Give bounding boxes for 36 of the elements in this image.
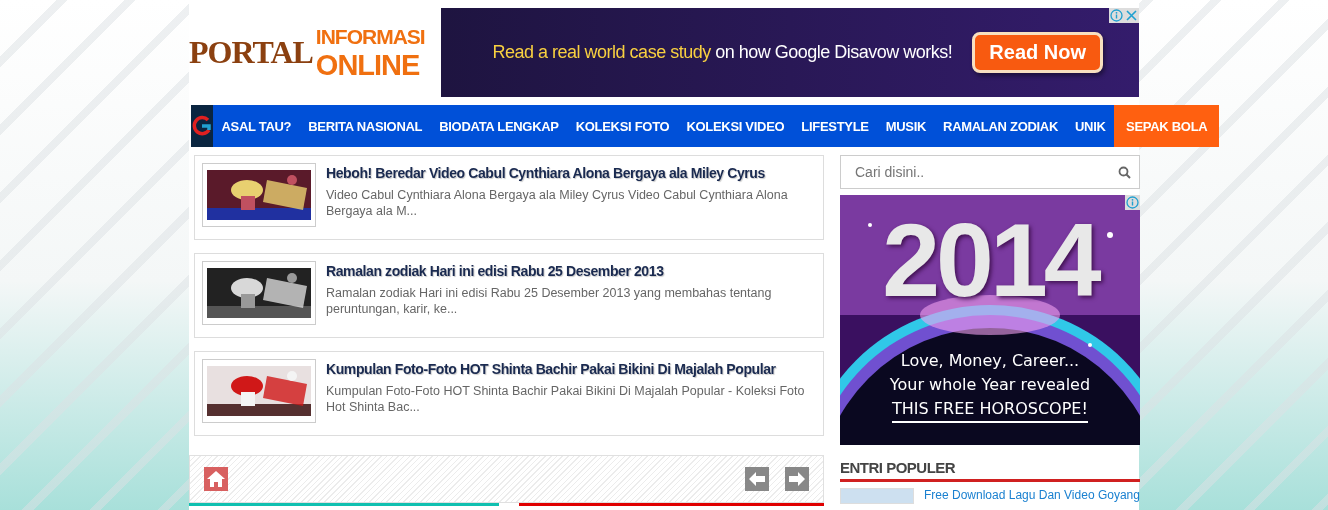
nav-item[interactable]: LIFESTYLE [792,105,878,147]
post-title[interactable]: Kumpulan Foto-Foto HOT Shinta Bachir Pakai Bikini Di Majalah Popular [326,361,816,377]
ad-year: 2014 [882,205,1098,315]
info-icon[interactable] [1109,8,1124,23]
nav-item[interactable]: MUSIK [877,105,935,147]
ad-text: Love, Money, Career... [900,350,1080,372]
post-title[interactable]: Ramalan zodiak Hari ini edisi Rabu 25 Desember 2013 [326,263,816,279]
post-excerpt: Video Cabul Cynthiara Alona Bergaya ala Miley Cyrus Video Cabul Cynthiara Alona Bergaya ala M... [326,187,789,219]
nav-item[interactable]: ASAL TAU? [213,105,300,147]
nav-item[interactable]: KOLEKSI FOTO [567,105,678,147]
logo-text: PORTAL [189,34,313,71]
g-logo-icon[interactable] [191,115,213,137]
home-icon[interactable] [204,467,228,491]
nav-item[interactable]: UNIK [1066,105,1115,147]
ad-headline: Read a real world case study on how Google Disavow works! [492,42,953,63]
popular-post-link[interactable]: Free Download Lagu Dan Video Goyang [924,488,1140,502]
close-icon[interactable] [1124,8,1139,23]
post-excerpt: Kumpulan Foto-Foto HOT Shinta Bachir Pakai Bikini Di Majalah Popular - Koleksi Foto Hot Shinta Bac... [326,383,806,415]
nav-item[interactable]: BIODATA LENGKAP [430,105,568,147]
logo-text: ONLINE [315,48,420,81]
arrow-left-icon[interactable] [745,467,769,491]
post-excerpt: Ramalan zodiak Hari ini edisi Rabu 25 Desember 2013 yang membahas tentang peruntungan, karir, ke... [326,285,773,317]
section-heading: ENTRI POPULER [840,459,957,476]
arrow-right-icon[interactable] [785,467,809,491]
search-field[interactable]: Cari disini.. [840,155,1140,189]
search-icon[interactable] [1117,166,1131,179]
horoscope-ad[interactable]: 2014 Love, Money, Career... Your whole Year revealed THIS FREE HOROSCOPE! [840,195,1140,445]
nav-item[interactable]: KOLEKSI VIDEO [677,105,793,147]
ad-banner[interactable]: Read a real world case study on how Google Disavow works! Read Now [440,8,1139,97]
nav-item[interactable]: RAMALAN ZODIAK [934,105,1067,147]
post-title[interactable]: Heboh! Beredar Video Cabul Cynthiara Alona Bergaya ala Miley Cyrus [326,165,816,181]
ad-text: Your whole Year revealed [889,374,1091,396]
nav-item[interactable]: BERITA NASIONAL [299,105,431,147]
logo-text: INFORMASI [315,24,425,49]
popular-thumbnail[interactable] [840,488,914,504]
ad-text: THIS FREE HOROSCOPE! [892,397,1088,423]
